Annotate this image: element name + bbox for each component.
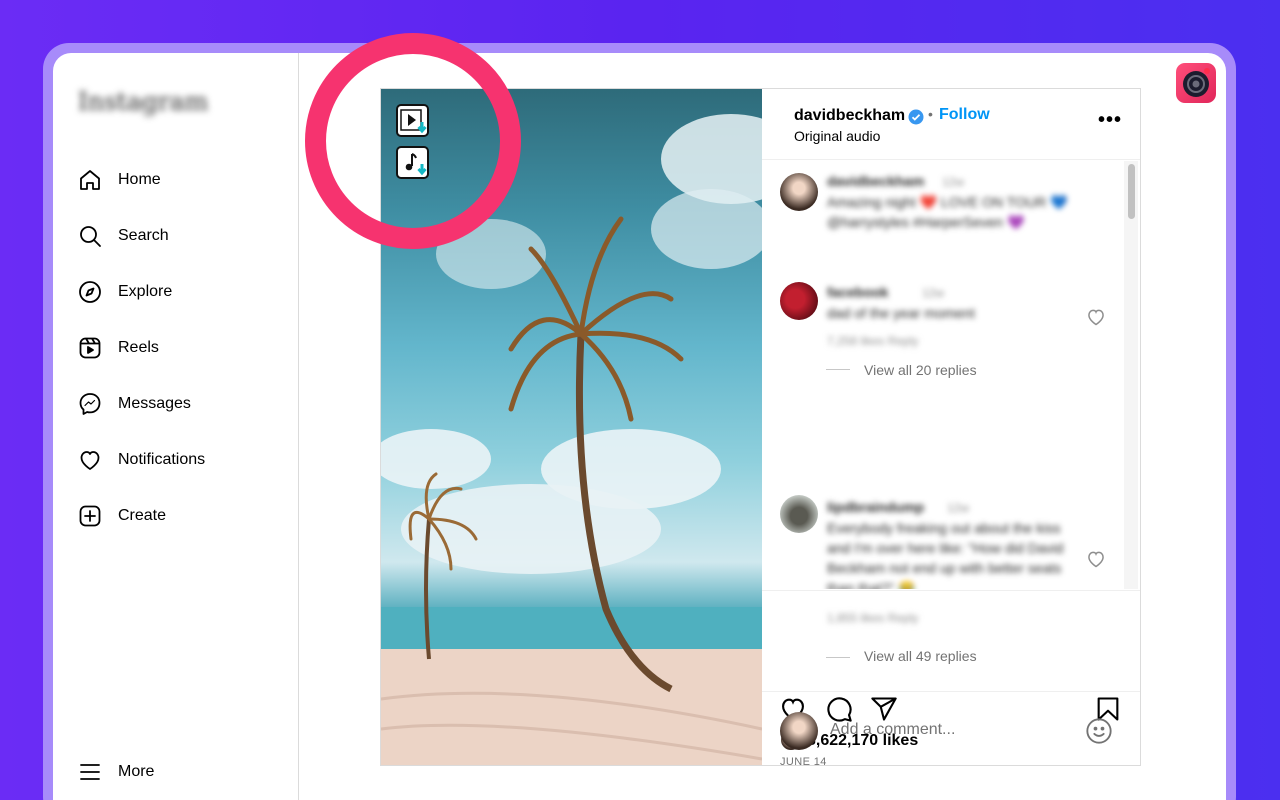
verified-badge-icon [908,109,924,125]
comment-username[interactable]: facebook [827,282,888,302]
reels-icon [79,337,101,359]
instagram-logo[interactable]: Instagram [78,87,208,116]
comment-username[interactable]: davidbeckham [827,171,924,191]
compass-icon [79,281,101,303]
sidebar: Instagram Home Search Explore Reels Mess… [53,53,299,800]
sidebar-item-label: Notifications [118,451,206,468]
post-video[interactable] [381,89,762,765]
music-download-icon [405,153,427,176]
comment-text: Everybody freaking out about the kiss an… [827,520,1064,589]
comment-text: dad of the year moment [827,305,975,321]
comment-username[interactable]: lipdbraindump [827,497,924,517]
add-comment-input[interactable] [830,721,1080,739]
avatar[interactable] [780,282,818,320]
sidebar-item-explore[interactable]: Explore [78,276,172,308]
audio-label[interactable]: Original audio [794,128,880,144]
view-replies-button[interactable]: View all 20 replies [864,362,977,378]
video-download-icon [400,109,427,134]
avatar[interactable] [780,712,818,750]
sidebar-item-search[interactable]: Search [78,220,169,252]
comment-text: Amazing night ❤️ LOVE ON TOUR 💙 @harryst… [827,194,1068,230]
sidebar-item-label: Create [118,507,167,524]
emoji-icon[interactable] [1085,717,1113,745]
like-comment-icon[interactable] [1086,549,1106,569]
sidebar-item-label: Home [118,171,161,188]
post-modal: davidbeckham • Follow Original audio •••… [380,88,1141,768]
sidebar-item-more[interactable]: More [78,756,154,788]
avatar[interactable] [780,495,818,533]
comment-time: 12w [947,501,970,515]
comment-meta[interactable]: 7,258 likes Reply [827,331,918,351]
extension-icon[interactable] [1176,63,1216,103]
heart-icon [80,451,100,470]
sidebar-item-home[interactable]: Home [78,164,161,196]
comment-time: 12w [942,175,965,189]
sidebar-item-label: Explore [118,283,173,300]
sidebar-item-notifications[interactable]: Notifications [78,444,205,476]
beach-palm-scene [381,114,762,765]
sidebar-item-label: Search [118,227,169,244]
sidebar-item-create[interactable]: Create [78,500,166,532]
separator-dot: • [928,106,933,122]
sidebar-item-label: Reels [118,339,159,356]
sidebar-item-label: More [118,763,155,780]
post-actions [762,590,1140,722]
home-icon [80,170,100,190]
plus-square-icon [79,505,101,527]
sidebar-item-label: Messages [118,395,191,412]
camera-lens-icon [1183,68,1210,97]
avatar[interactable] [780,173,818,211]
sidebar-item-messages[interactable]: Messages [78,388,191,420]
follow-button[interactable]: Follow [939,106,990,124]
download-audio-button[interactable] [396,146,429,179]
messenger-icon [79,393,101,415]
comments-scrollbar[interactable] [1124,161,1138,589]
comment-time: 12w [922,286,945,300]
search-icon [80,226,101,247]
instagram-app: Instagram Home Search Explore Reels Mess… [53,53,1226,800]
post-details-panel: davidbeckham • Follow Original audio •••… [762,89,1140,768]
comments-list[interactable]: davidbeckham 12w Amazing night ❤️ LOVE O… [762,161,1140,589]
post-header: davidbeckham • Follow Original audio ••• [762,89,1140,160]
more-options-icon[interactable]: ••• [1098,109,1122,132]
sidebar-item-reels[interactable]: Reels [78,332,159,364]
main-content: davidbeckham • Follow Original audio •••… [300,53,1226,800]
hamburger-menu-icon [80,764,100,780]
download-video-button[interactable] [396,104,429,137]
like-comment-icon[interactable] [1086,307,1106,327]
post-username[interactable]: davidbeckham [794,107,905,125]
scrollbar-thumb[interactable] [1128,164,1135,219]
view-replies-divider [826,369,850,370]
